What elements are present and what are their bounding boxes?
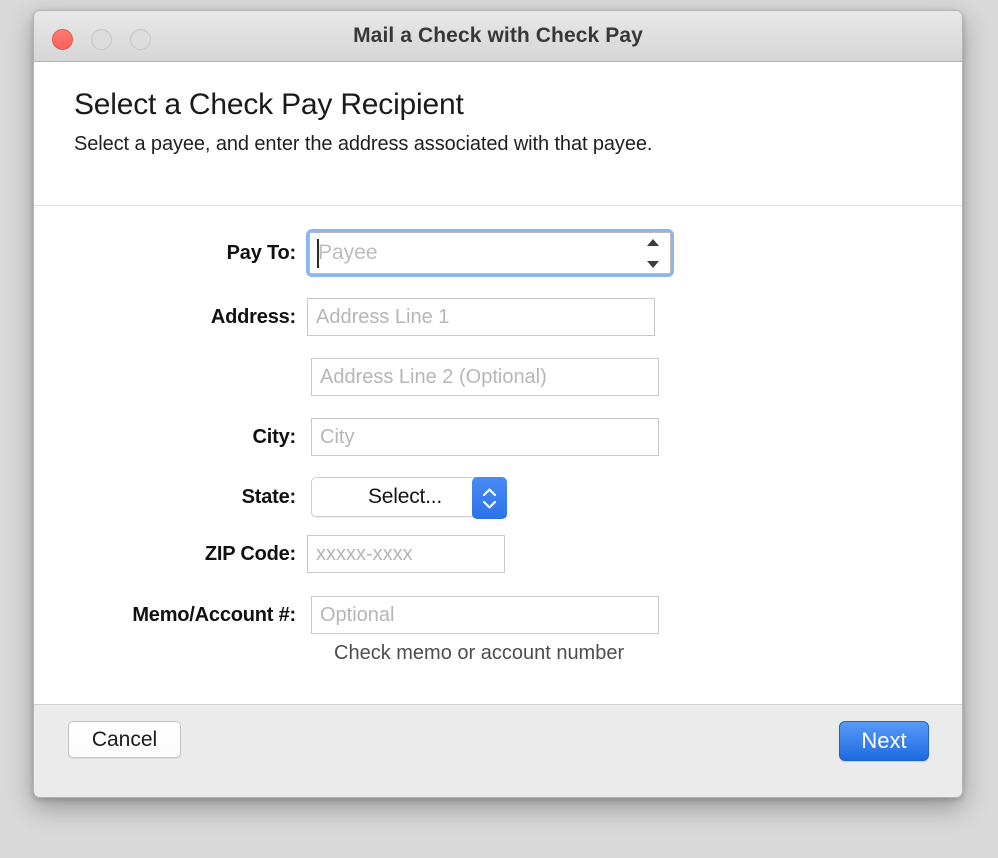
- address-line1-input[interactable]: [307, 298, 655, 336]
- zip-input[interactable]: [307, 535, 505, 573]
- memo-label: Memo/Account #:: [132, 603, 296, 626]
- address-line2-input[interactable]: [311, 358, 659, 396]
- memo-input[interactable]: [311, 596, 659, 634]
- header-section: Select a Check Pay Recipient Select a pa…: [34, 62, 962, 206]
- stepper-icon[interactable]: [646, 239, 660, 268]
- window-title: Mail a Check with Check Pay: [353, 24, 643, 47]
- form-row-pay-to: Pay To:: [34, 229, 962, 277]
- city-label: City:: [252, 425, 297, 448]
- pay-to-label: Pay To:: [226, 241, 297, 264]
- pay-to-combobox[interactable]: [306, 229, 674, 277]
- next-button[interactable]: Next: [839, 721, 929, 761]
- page-subtitle: Select a payee, and enter the address as…: [74, 133, 653, 155]
- form-row-address-line1: Address:: [34, 298, 962, 336]
- recipient-form: Pay To: Address: City:: [34, 206, 962, 704]
- footer-bar: Cancel Next: [34, 704, 962, 797]
- page-title: Select a Check Pay Recipient: [74, 88, 464, 121]
- zip-label: ZIP Code:: [204, 542, 296, 565]
- state-select[interactable]: Select...: [311, 477, 507, 519]
- triangle-down-icon[interactable]: [647, 261, 659, 268]
- title-bar: Mail a Check with Check Pay: [34, 11, 962, 62]
- form-row-zip: ZIP Code:: [34, 535, 962, 573]
- form-row-address-line2: [34, 358, 962, 396]
- triangle-up-icon[interactable]: [647, 239, 659, 246]
- state-selected-value: Select...: [368, 485, 443, 508]
- form-row-memo: Memo/Account #:: [34, 596, 962, 634]
- chevron-updown-icon[interactable]: [472, 477, 507, 519]
- address-label: Address:: [210, 305, 296, 328]
- pay-to-input[interactable]: [309, 232, 671, 274]
- city-input[interactable]: [311, 418, 659, 456]
- form-row-city: City:: [34, 418, 962, 456]
- memo-help-text: Check memo or account number: [334, 642, 625, 664]
- form-row-state: State: Select...: [34, 477, 962, 519]
- state-label: State:: [241, 485, 297, 508]
- cancel-button[interactable]: Cancel: [68, 721, 181, 758]
- text-caret: [317, 239, 319, 268]
- dialog-window: Mail a Check with Check Pay Select a Che…: [33, 10, 963, 798]
